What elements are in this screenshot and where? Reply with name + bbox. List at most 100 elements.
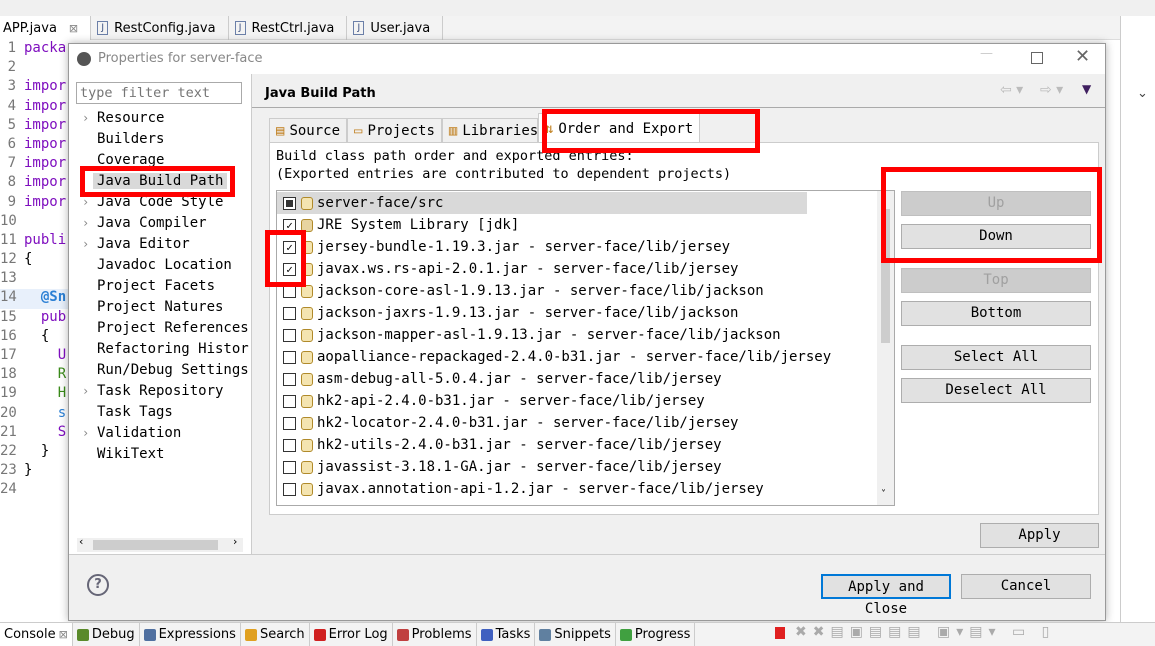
editor-tab[interactable]: J RestCtrl.java <box>229 16 348 40</box>
code-line: 16 { <box>0 328 70 347</box>
export-checkbox[interactable] <box>283 460 296 474</box>
tree-item[interactable]: Task Tags <box>69 402 251 423</box>
export-checkbox[interactable] <box>283 196 296 210</box>
apply-and-close-button[interactable]: Apply and Close <box>821 574 951 617</box>
export-checkbox[interactable] <box>283 328 296 342</box>
tree-item[interactable]: › Task Repository <box>69 381 251 402</box>
export-checkbox[interactable] <box>283 438 296 452</box>
chevron-down-icon[interactable]: ⌄ <box>1137 86 1148 101</box>
classpath-entry[interactable]: asm-debug-all-5.0.4.jar - server-face/li… <box>277 368 877 390</box>
code-editor[interactable]: 1 packa 2 3 impor 4 impor 5 impor 6 impor 7 impor 8 im… <box>0 40 70 600</box>
maximize-button[interactable] <box>1031 52 1043 64</box>
chevron-right-icon[interactable]: › <box>82 381 89 402</box>
horizontal-scrollbar[interactable]: ‹ › <box>77 535 243 552</box>
tree-item[interactable]: Builders <box>69 129 251 150</box>
close-button[interactable]: ✕ <box>1075 46 1090 67</box>
classpath-entry[interactable]: jackson-core-asl-1.9.13.jar - server-fac… <box>277 280 877 302</box>
filter-input[interactable] <box>76 82 242 104</box>
bottom-tab-problems[interactable]: Problems <box>393 623 477 646</box>
close-tab-icon[interactable]: ⊠ <box>59 628 68 641</box>
bottom-tab-snippets[interactable]: Snippets <box>535 623 616 646</box>
classpath-entry[interactable]: ✓ JRE System Library [jdk] <box>277 214 877 236</box>
export-checkbox[interactable] <box>283 306 296 320</box>
view-menu-icon[interactable]: ▼ <box>1082 82 1091 96</box>
apply-button[interactable]: Apply <box>980 523 1099 548</box>
tab-source[interactable]: ▤ Source <box>269 118 348 143</box>
line-number: 19 <box>0 385 17 402</box>
select-all-button[interactable]: Select All <box>901 345 1091 370</box>
bottom-tab-debug[interactable]: Debug <box>73 623 140 646</box>
tasks-icon <box>480 628 493 641</box>
tree-item[interactable]: › Java Compiler <box>69 213 251 234</box>
chevron-right-icon[interactable]: › <box>82 423 89 444</box>
tree-item[interactable]: Run/Debug Settings <box>69 360 251 381</box>
classpath-entry[interactable]: hk2-api-2.4.0-b31.jar - server-face/lib/… <box>277 390 877 412</box>
editor-tab[interactable]: J User.java <box>347 16 444 40</box>
bottom-tab-error-log[interactable]: Error Log <box>310 623 393 646</box>
tab-projects[interactable]: ▭ Projects <box>347 118 442 143</box>
tab-label: Search <box>259 627 305 642</box>
bottom-tab-progress[interactable]: Progress <box>616 623 696 646</box>
tree-item[interactable]: › Validation <box>69 423 251 444</box>
code-line: 3 impor <box>0 78 70 97</box>
classpath-entry[interactable]: javax.annotation-api-1.2.jar - server-fa… <box>277 478 877 500</box>
entry-label: hk2-api-2.4.0-b31.jar - server-face/lib/… <box>317 393 705 409</box>
close-tab-icon[interactable]: ⊠ <box>69 22 78 35</box>
export-checkbox[interactable] <box>283 416 296 430</box>
editor-tab[interactable]: J RestConfig.java <box>91 16 229 40</box>
tab-label: Console <box>4 627 56 642</box>
code-line: 4 impor <box>0 98 70 117</box>
chevron-right-icon[interactable]: › <box>82 108 89 129</box>
line-number: 6 <box>7 135 16 152</box>
highlight-box-checkboxes <box>265 230 306 287</box>
export-checkbox[interactable] <box>283 482 296 496</box>
deselect-all-button[interactable]: Deselect All <box>901 378 1091 403</box>
tree-item-label: Refactoring Histor <box>97 341 249 357</box>
tab-libraries[interactable]: ▥ Libraries <box>441 118 538 143</box>
classpath-entry[interactable]: hk2-locator-2.4.0-b31.jar - server-face/… <box>277 412 877 434</box>
tree-item[interactable]: Project Natures <box>69 297 251 318</box>
tree-item[interactable]: › Java Editor <box>69 234 251 255</box>
entry-label: asm-debug-all-5.0.4.jar - server-face/li… <box>317 371 722 387</box>
classpath-entry[interactable]: server-face/src <box>277 192 807 214</box>
code-line: 23} <box>0 462 70 481</box>
export-checkbox[interactable] <box>283 394 296 408</box>
bottom-tab-tasks[interactable]: Tasks <box>477 623 536 646</box>
bottom-tab-search[interactable]: Search <box>241 623 310 646</box>
bottom-tab-expressions[interactable]: Expressions <box>140 623 241 646</box>
console-toolbar-icons[interactable]: ✖✖▤▣▤▤▤ ▣▾▤▾ ▭ ▯ <box>795 624 1055 640</box>
tree-item[interactable]: Javadoc Location <box>69 255 251 276</box>
bottom-button[interactable]: Bottom <box>901 301 1091 326</box>
classpath-entry[interactable]: ✓ jersey-bundle-1.19.3.jar - server-face/… <box>277 236 877 258</box>
tree-item[interactable]: Project Facets <box>69 276 251 297</box>
export-checkbox[interactable] <box>283 372 296 386</box>
chevron-right-icon[interactable]: › <box>82 213 89 234</box>
export-checkbox[interactable] <box>283 350 296 364</box>
chevron-right-icon[interactable]: › <box>82 234 89 255</box>
tree-item-label: Project References <box>97 320 249 336</box>
editor-tab[interactable]: APP.java ⊠ <box>0 16 92 40</box>
classpath-entry-list[interactable]: server-face/src ✓ JRE System Library [jdk]… <box>276 190 895 506</box>
classpath-entry[interactable]: ✓ javax.ws.rs-api-2.0.1.jar - server-face… <box>277 258 877 280</box>
back-nav-icon[interactable]: ⇦ ▾ <box>1000 82 1023 98</box>
minimize-button[interactable]: — <box>980 46 993 61</box>
tree-item[interactable]: › Resource <box>69 108 251 129</box>
classpath-entry[interactable]: jackson-jaxrs-1.9.13.jar - server-face/l… <box>277 302 877 324</box>
tree-item[interactable]: Refactoring Histor <box>69 339 251 360</box>
bottom-tab-console[interactable]: Console ⊠ <box>0 623 73 646</box>
line-number: 23 <box>0 462 17 479</box>
classpath-entry[interactable]: hk2-utils-2.4.0-b31.jar - server-face/li… <box>277 434 877 456</box>
cancel-button[interactable]: Cancel <box>961 574 1091 599</box>
help-icon[interactable]: ? <box>87 574 109 596</box>
code-line: 6 impor <box>0 136 70 155</box>
classpath-entry[interactable]: aopalliance-repackaged-2.4.0-b31.jar - s… <box>277 346 877 368</box>
top-button[interactable]: Top <box>901 268 1091 293</box>
terminate-icon[interactable] <box>775 627 785 639</box>
tab-label: Debug <box>91 627 135 642</box>
tree-item[interactable]: Project References <box>69 318 251 339</box>
classpath-entry[interactable]: jackson-mapper-asl-1.9.13.jar - server-f… <box>277 324 877 346</box>
classpath-entry[interactable]: javassist-3.18.1-GA.jar - server-face/li… <box>277 456 877 478</box>
tree-item[interactable]: WikiText <box>69 444 251 465</box>
forward-nav-icon[interactable]: ⇨ ▾ <box>1040 82 1063 98</box>
